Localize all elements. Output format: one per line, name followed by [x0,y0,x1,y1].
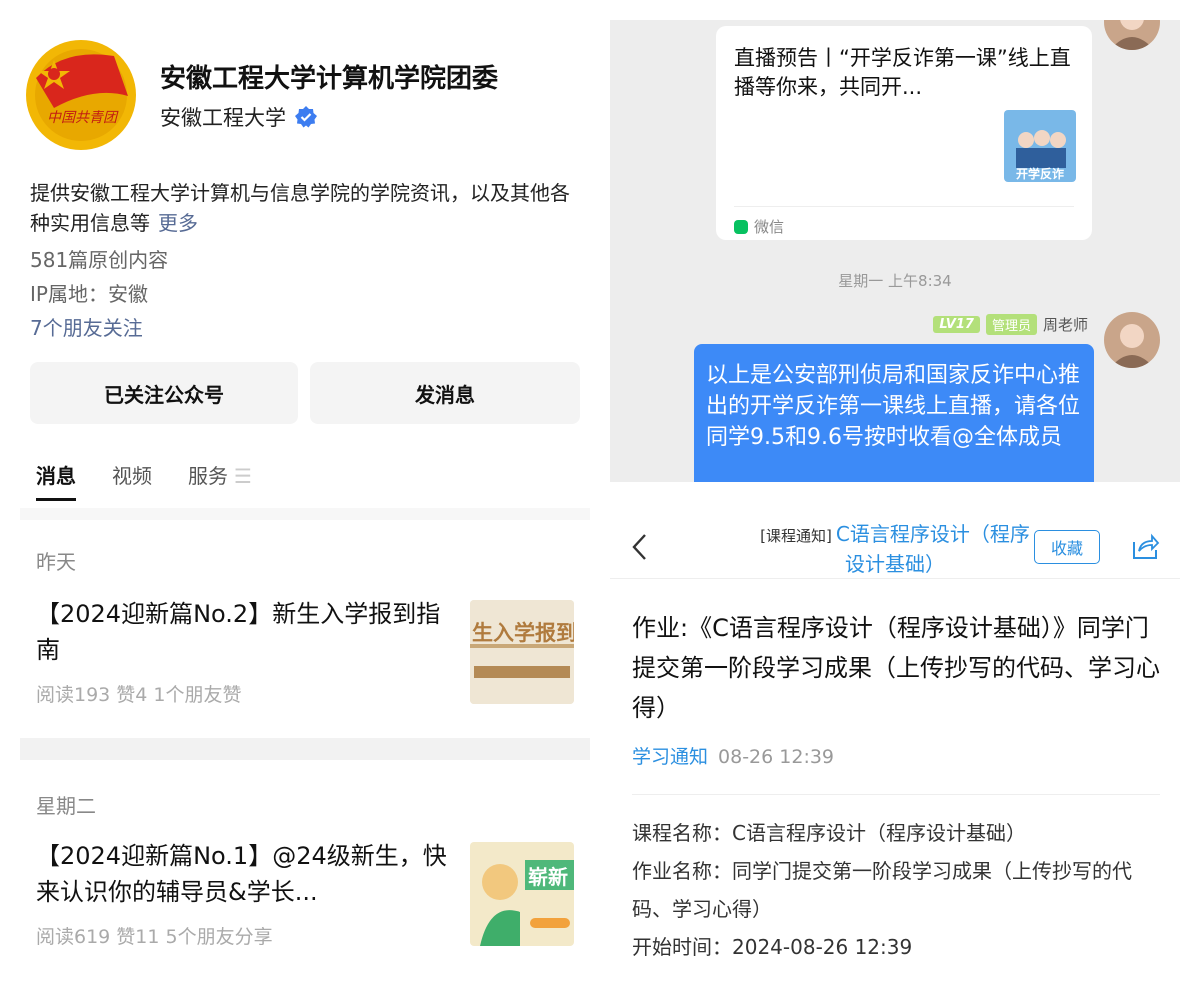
league-emblem-logo: 中国共青团 [24,38,138,152]
sender-name: 周老师 [1042,316,1088,334]
account-org[interactable]: 安徽工程大学 [160,102,318,132]
share-icon[interactable] [1130,532,1160,562]
card-source: 微信 [734,216,784,237]
svg-text:中国共青团: 中国共青团 [47,110,119,126]
article-thumbnail[interactable]: 生入学报到指 [470,600,574,704]
divider [632,794,1160,795]
assignment-detail: [课程通知] C语言程序设计（程序设计基础） 收藏 作业:《C语言程序设计（程序设… [610,496,1180,980]
favorite-button[interactable]: 收藏 [1034,530,1100,564]
tab-bar: 消息 视频 服务 ☰ [36,460,252,501]
level-badge: LV17 [933,316,980,333]
card-thumbnail: 开学反诈 [1004,110,1076,182]
assignment-title: 作业:《C语言程序设计（程序设计基础）》同学门提交第一阶段学习成果（上传抄写的代… [632,614,1160,722]
message-bubble[interactable]: 以上是公安部刑侦局和国家反诈中心推出的开学反诈第一课线上直播，请各位同学9.5和… [694,344,1094,482]
post-date: 08-26 12:39 [718,746,835,768]
followed-button[interactable]: 已关注公众号 [30,362,298,424]
divider [610,578,1180,579]
tab-messages[interactable]: 消息 [36,460,76,501]
back-icon[interactable] [630,532,648,562]
card-title: 直播预告丨“开学反诈第一课”线上直播等你来，共同开... [734,46,1071,99]
svg-text:开学反诈: 开学反诈 [1016,166,1064,181]
account-name: 安徽工程大学计算机学院团委 [160,64,499,94]
menu-icon: ☰ [234,464,252,488]
official-account-profile: 中国共青团 安徽工程大学计算机学院团委 安徽工程大学 提供安徽工程大学计算机与信… [20,20,590,980]
course-title: C语言程序设计（程序设计基础） [835,522,1030,576]
original-count: 581篇原创内容 [30,248,169,272]
article-title[interactable]: 【2024迎新篇No.1】@24级新生，快来认识你的辅导员&学长... [36,838,456,910]
nav-title: [课程通知] C语言程序设计（程序设计基础） [760,520,1030,578]
role-badge: 管理员 [985,314,1037,335]
sender-avatar[interactable] [1104,312,1160,368]
tab-services[interactable]: 服务 ☰ [188,460,252,489]
group-chat: 直播预告丨“开学反诈第一课”线上直播等你来，共同开... 开学反诈 微信 星期一… [610,20,1180,482]
day-label: 星期二 [36,794,96,818]
article-thumbnail[interactable]: 崭新 [470,842,574,946]
message-timestamp: 星期一 上午8:34 [838,272,952,290]
start-time: 开始时间：2024-08-26 12:39 [632,935,913,959]
divider [20,738,590,760]
friends-following-link[interactable]: 7个朋友关注 [30,312,143,341]
more-link[interactable]: 更多 [158,211,198,235]
homework-name: 作业名称：同学门提交第一阶段学习成果（上传抄写的代码、学习心得） [632,859,1132,921]
divider [20,508,590,520]
divider [734,206,1074,207]
verified-icon [295,106,317,128]
account-description: 提供安徽工程大学计算机与信息学院的学院资讯，以及其他各种实用信息等 更多 [30,181,570,235]
wechat-icon [734,219,748,234]
article-title[interactable]: 【2024迎新篇No.2】新生入学报到指南 [36,596,456,668]
ip-location: IP属地：安徽 [30,282,148,306]
svg-text:生入学报到指: 生入学报到指 [472,621,574,645]
assignment-meta: 学习通知 08-26 12:39 [632,742,834,769]
org-name[interactable]: 安徽工程大学 [160,102,286,132]
article-stats: 阅读193 赞4 1个朋友赞 [36,684,242,706]
shared-article-card[interactable]: 直播预告丨“开学反诈第一课”线上直播等你来，共同开... 开学反诈 微信 [716,26,1092,240]
sender-info: LV17 管理员 周老师 [933,314,1088,335]
send-message-button[interactable]: 发消息 [310,362,580,424]
article-stats: 阅读619 赞11 5个朋友分享 [36,926,273,948]
tab-videos[interactable]: 视频 [112,460,152,489]
sender-avatar[interactable] [1104,20,1160,50]
svg-text:崭新: 崭新 [528,865,568,889]
day-label: 昨天 [36,550,76,574]
course-name: 课程名称：C语言程序设计（程序设计基础） [632,821,1026,845]
nav-tag: [课程通知] [760,527,832,545]
category-link[interactable]: 学习通知 [632,746,708,768]
